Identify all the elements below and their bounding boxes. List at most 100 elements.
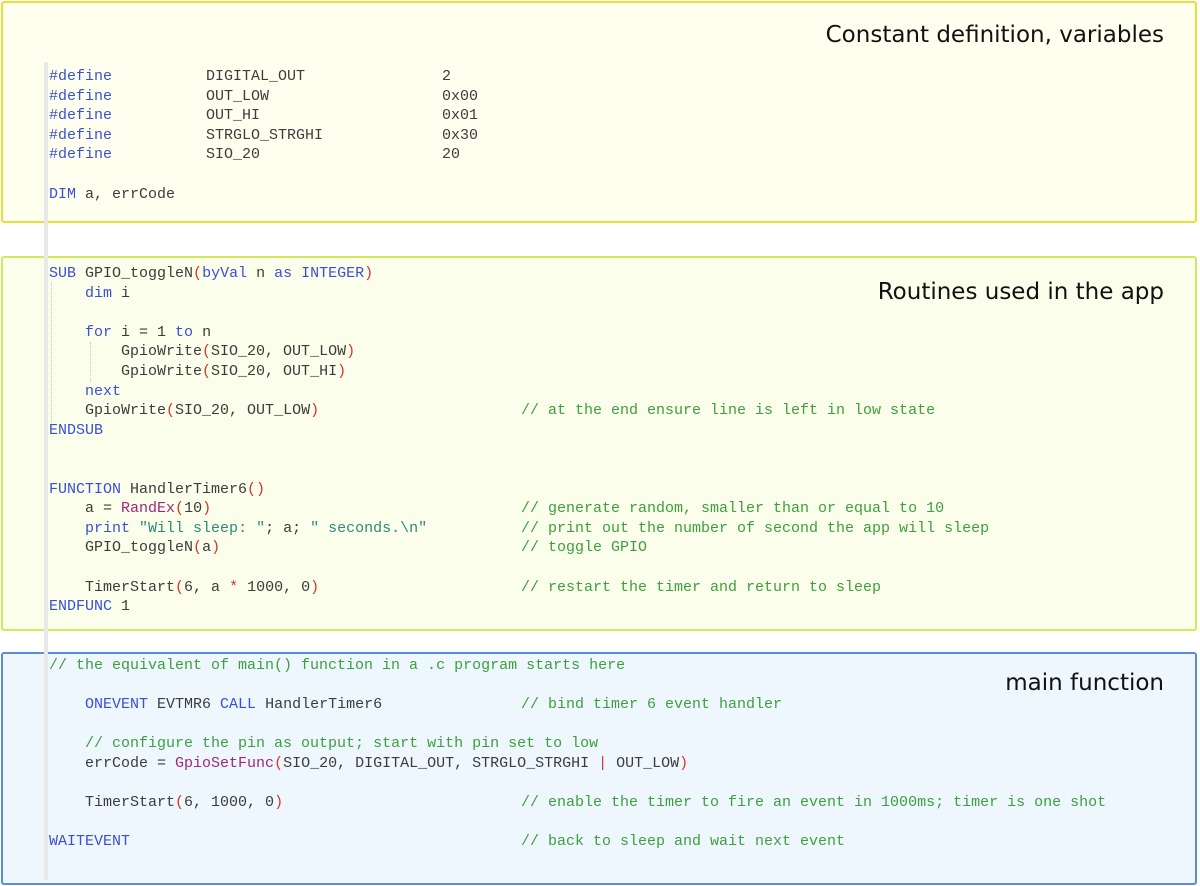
paren: ( — [274, 754, 284, 772]
code-comment: // the equivalent of main() function in … — [49, 657, 626, 674]
next-keyword: next — [85, 382, 122, 400]
code-block-constants: #define DIGITAL_OUT 2 #define OUT_LOW 0x00 #… — [49, 67, 478, 205]
dim-i-line: dim i — [49, 284, 427, 304]
event-name: EVTMR6 — [148, 696, 221, 714]
dim-line: DIM a, errCode — [49, 185, 175, 205]
paren: ) — [211, 539, 221, 557]
dim-variables: a, errCode — [76, 185, 176, 203]
paren: ) — [202, 500, 212, 518]
define-value: 2 — [442, 68, 452, 85]
code-comment: // back to sleep and wait next event — [521, 833, 846, 851]
call-args: OUT_LOW — [607, 754, 680, 772]
endsub-line: ENDSUB — [49, 421, 427, 441]
call-args: 6, 1000, 0 — [184, 794, 275, 812]
timer-restart-line: TimerStart(6, a * 1000, 0) // restart the… — [49, 578, 881, 598]
integer-keyword: INTEGER — [301, 265, 365, 282]
config-comment-line: // configure the pin as output; start wi… — [49, 734, 688, 754]
print-keyword: print — [85, 519, 131, 537]
define-keyword: #define — [49, 107, 113, 125]
paren: ) — [274, 794, 284, 812]
code-block-main: // the equivalent of main() function in … — [49, 656, 1106, 852]
define-name: OUT_HI — [206, 107, 261, 125]
sub-name: GPIO_toggleN — [76, 265, 194, 282]
as-keyword: as — [274, 265, 293, 282]
heading-main: main function — [1005, 670, 1164, 696]
for-line: for i = 1 to n — [49, 323, 427, 343]
number-literal: 10 — [184, 500, 203, 518]
define-name: DIGITAL_OUT — [206, 68, 306, 85]
waitevent-line: WAITEVENT // back to sleep and wait next … — [49, 832, 845, 852]
define-line: #define SIO_20 20 — [49, 145, 460, 165]
gpio-write-final-line: GpioWrite(SIO_20, OUT_LOW) // at the end … — [49, 401, 935, 421]
endsub-keyword: ENDSUB — [49, 421, 104, 439]
paren: ( — [202, 362, 212, 380]
to-keyword: to — [175, 323, 194, 341]
print-args: ; a; — [265, 519, 311, 537]
heading-constants: Constant definition, variables — [825, 22, 1164, 48]
dim-variable: i — [112, 284, 131, 302]
next-line: next — [49, 382, 427, 402]
for-range: i = 1 — [112, 323, 176, 341]
builtin-function: RandEx — [121, 500, 176, 518]
call-args: 6, a — [184, 578, 230, 596]
dim-keyword: dim — [85, 284, 113, 302]
code-comment: // generate random, smaller than or equa… — [521, 500, 945, 518]
call-args: SIO_20, OUT_LOW — [211, 343, 347, 361]
paren: ( — [175, 794, 185, 812]
define-name: STRGLO_STRGHI — [206, 126, 324, 144]
paren: ( — [175, 578, 185, 596]
param-name: n — [247, 265, 275, 282]
call-args: SIO_20, OUT_LOW — [175, 402, 311, 420]
builtin-function: GpioSetFunc — [175, 754, 275, 772]
call-args: SIO_20, OUT_HI — [211, 362, 338, 380]
operator: | — [598, 754, 608, 772]
define-line: #define STRGLO_STRGHI 0x30 — [49, 126, 478, 146]
return-value: 1 — [112, 598, 131, 616]
paren: ( — [193, 539, 203, 557]
errcode-line: errCode = GpioSetFunc(SIO_20, DIGITAL_OU… — [49, 754, 688, 774]
paren: ) — [679, 754, 689, 772]
sub-header-line: SUB GPIO_toggleN(byVal n as INTEGER) — [49, 264, 427, 284]
code-block-routines: SUB GPIO_toggleN(byVal n as INTEGER) dim… — [49, 264, 989, 617]
call-keyword: CALL — [220, 696, 257, 714]
define-line: #define OUT_HI 0x01 — [49, 106, 478, 126]
paren: ) — [364, 265, 374, 282]
for-limit: n — [193, 323, 212, 341]
operator: * — [229, 578, 239, 596]
handler-name: HandlerTimer6 — [256, 696, 383, 714]
onevent-line: ONEVENT EVTMR6 CALL HandlerTimer6 // bind… — [49, 695, 782, 715]
timerstart-line: TimerStart(6, 1000, 0) // enable the time… — [49, 793, 1106, 813]
function-name: HandlerTimer6 — [121, 480, 248, 498]
paren: ) — [310, 578, 320, 596]
define-value: 0x01 — [442, 107, 479, 125]
print-line: print "Will sleep: "; a; " seconds.\n" //… — [49, 519, 989, 539]
define-value: 0x30 — [442, 126, 479, 144]
function-call: TimerStart — [85, 794, 176, 812]
endfunc-line: ENDFUNC 1 — [49, 597, 427, 617]
paren: ( — [202, 343, 212, 361]
paren: ( — [166, 402, 176, 420]
dim-keyword: DIM — [49, 185, 77, 203]
define-keyword: #define — [49, 126, 113, 144]
define-keyword: #define — [49, 146, 113, 164]
for-keyword: for — [85, 323, 113, 341]
gpio-write-hi-line: GpioWrite(SIO_20, OUT_HI) — [49, 362, 427, 382]
code-comment: // print out the number of second the ap… — [521, 519, 990, 537]
code-comment: // restart the timer and return to sleep — [521, 578, 882, 596]
define-name: SIO_20 — [206, 146, 261, 164]
function-call: GpioWrite — [121, 343, 203, 361]
byval-keyword: byVal — [202, 265, 248, 282]
paren: ) — [346, 343, 356, 361]
heading-routines: Routines used in the app — [877, 279, 1164, 305]
function-call: GpioWrite — [85, 402, 167, 420]
define-value: 20 — [442, 146, 461, 164]
